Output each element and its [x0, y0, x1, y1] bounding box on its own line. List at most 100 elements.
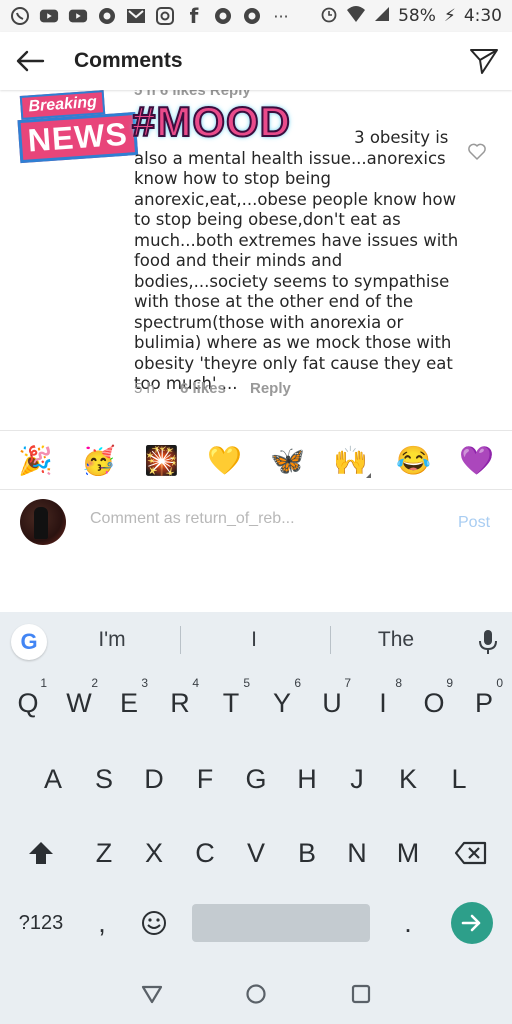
- key-p[interactable]: P0: [459, 674, 509, 732]
- avatar: [20, 499, 66, 545]
- status-bar: f ··· 58% ⚡ 4:30: [0, 0, 512, 32]
- comment-likes[interactable]: 6 likes: [180, 380, 250, 397]
- triangle-back-icon: [141, 985, 163, 1004]
- key-i[interactable]: I8: [358, 674, 408, 732]
- key-t[interactable]: T5: [206, 674, 256, 732]
- key-v[interactable]: V: [231, 824, 281, 882]
- instagram-icon: [155, 6, 175, 26]
- back-button[interactable]: [0, 32, 60, 90]
- mic-icon[interactable]: [476, 628, 500, 656]
- comment-body: 3 obesity is also a mental health issue.…: [134, 128, 459, 393]
- key-row-1: Q1 W2 E3 R4 T5 Y6 U7 I8 O9 P0: [0, 674, 512, 744]
- comment-text: xxxxxxxxxxxxxxxxxxxxxx 3 obesity is also…: [134, 128, 460, 395]
- key-q[interactable]: Q1: [3, 674, 53, 732]
- back-arrow-icon: [16, 50, 45, 72]
- period-key[interactable]: .: [388, 894, 428, 952]
- key-s[interactable]: S: [79, 750, 129, 808]
- key-n[interactable]: N: [332, 824, 382, 882]
- suggestion-divider: [180, 626, 181, 654]
- facebook-icon: f: [189, 4, 199, 28]
- key-f[interactable]: F: [180, 750, 230, 808]
- google-icon[interactable]: G: [11, 624, 47, 660]
- battery-level: 58%: [398, 6, 436, 26]
- clock: 4:30: [463, 6, 502, 26]
- key-e[interactable]: E3: [104, 674, 154, 732]
- suggestion-divider: [330, 626, 331, 654]
- system-nav-bar: [0, 964, 512, 1024]
- comment-composer: Post: [0, 490, 512, 610]
- emoji-bar: 🎉 🥳 🎇 💛 🦋 🙌 😂 💜: [0, 430, 512, 490]
- send-icon: [470, 49, 498, 74]
- emoji-joy[interactable]: 😂: [394, 440, 434, 480]
- heart-icon: [468, 143, 486, 160]
- nav-recents-button[interactable]: [349, 982, 373, 1006]
- emoji-yellow-heart[interactable]: 💛: [205, 440, 245, 480]
- notification-icons: f ···: [10, 4, 291, 28]
- nav-back-button[interactable]: [140, 982, 164, 1006]
- key-w[interactable]: W2: [54, 674, 104, 732]
- post-button[interactable]: Post: [458, 514, 490, 532]
- smiley-icon: [142, 911, 166, 935]
- key-j[interactable]: J: [332, 750, 382, 808]
- key-l[interactable]: L: [434, 750, 484, 808]
- key-h[interactable]: H: [282, 750, 332, 808]
- suggestion-2[interactable]: I: [204, 628, 304, 652]
- key-o[interactable]: O9: [409, 674, 459, 732]
- emoji-key[interactable]: [132, 894, 176, 952]
- arrow-right-icon: [461, 914, 481, 932]
- backspace-key[interactable]: [446, 824, 496, 882]
- emoji-party-popper[interactable]: 🎉: [16, 440, 56, 480]
- emoji-partying-face[interactable]: 🥳: [79, 440, 119, 480]
- skin-tone-indicator: [365, 473, 371, 478]
- breaking-news-sticker: Breaking NEWS: [16, 90, 140, 164]
- key-g[interactable]: G: [231, 750, 281, 808]
- page-title: Comments: [74, 49, 183, 72]
- alarm-icon: [320, 5, 338, 28]
- whatsapp-icon: [10, 6, 30, 26]
- suggestion-1[interactable]: I'm: [62, 628, 162, 652]
- square-recents-icon: [351, 984, 371, 1004]
- nav-home-button[interactable]: [244, 982, 268, 1006]
- wifi-icon: [346, 5, 366, 28]
- shift-key[interactable]: [16, 824, 66, 882]
- key-y[interactable]: Y6: [257, 674, 307, 732]
- key-c[interactable]: C: [180, 824, 230, 882]
- comma-key[interactable]: ,: [82, 894, 122, 952]
- key-r[interactable]: R4: [155, 674, 205, 732]
- shift-icon: [29, 842, 53, 864]
- suggestion-3[interactable]: The: [346, 628, 446, 652]
- comment-thread: 5 h 6 likes Reply Breaking NEWS #MOOD xx…: [0, 90, 512, 430]
- like-button[interactable]: [467, 142, 487, 162]
- emoji-sparkler[interactable]: 🎇: [142, 440, 182, 480]
- emoji-raising-hands-glyph: 🙌: [333, 444, 368, 476]
- more-dots-icon: ···: [273, 6, 289, 26]
- comment-meta: 5 h 6 likes Reply: [134, 380, 291, 397]
- key-m[interactable]: M: [383, 824, 433, 882]
- emoji-purple-heart[interactable]: 💜: [457, 440, 497, 480]
- key-d[interactable]: D: [129, 750, 179, 808]
- header: Comments: [0, 32, 512, 90]
- youtube-icon: [68, 6, 88, 26]
- reply-button[interactable]: Reply: [250, 380, 291, 397]
- key-k[interactable]: K: [383, 750, 433, 808]
- news-label: NEWS: [17, 111, 139, 164]
- youtube-icon: [39, 6, 59, 26]
- chrome-icon: [213, 6, 233, 26]
- key-a[interactable]: A: [28, 750, 78, 808]
- share-button[interactable]: [456, 32, 512, 90]
- keyboard: G I'm I The Q1 W2 E3 R4 T5 Y6 U7 I8 O9 P…: [0, 612, 512, 964]
- key-row-3: Z X C V B N M: [0, 824, 512, 894]
- emoji-raising-hands[interactable]: 🙌: [331, 440, 371, 480]
- suggestion-strip: G I'm I The: [0, 612, 512, 670]
- key-x[interactable]: X: [129, 824, 179, 882]
- emoji-butterfly[interactable]: 🦋: [268, 440, 308, 480]
- space-key[interactable]: [192, 904, 370, 942]
- key-b[interactable]: B: [282, 824, 332, 882]
- chrome-icon: [242, 6, 262, 26]
- key-z[interactable]: Z: [79, 824, 129, 882]
- key-u[interactable]: U7: [307, 674, 357, 732]
- key-row-2: A S D F G H J K L: [0, 750, 512, 820]
- comment-input[interactable]: [90, 510, 390, 528]
- symbols-key[interactable]: ?123: [12, 894, 70, 952]
- send-key[interactable]: [451, 902, 493, 944]
